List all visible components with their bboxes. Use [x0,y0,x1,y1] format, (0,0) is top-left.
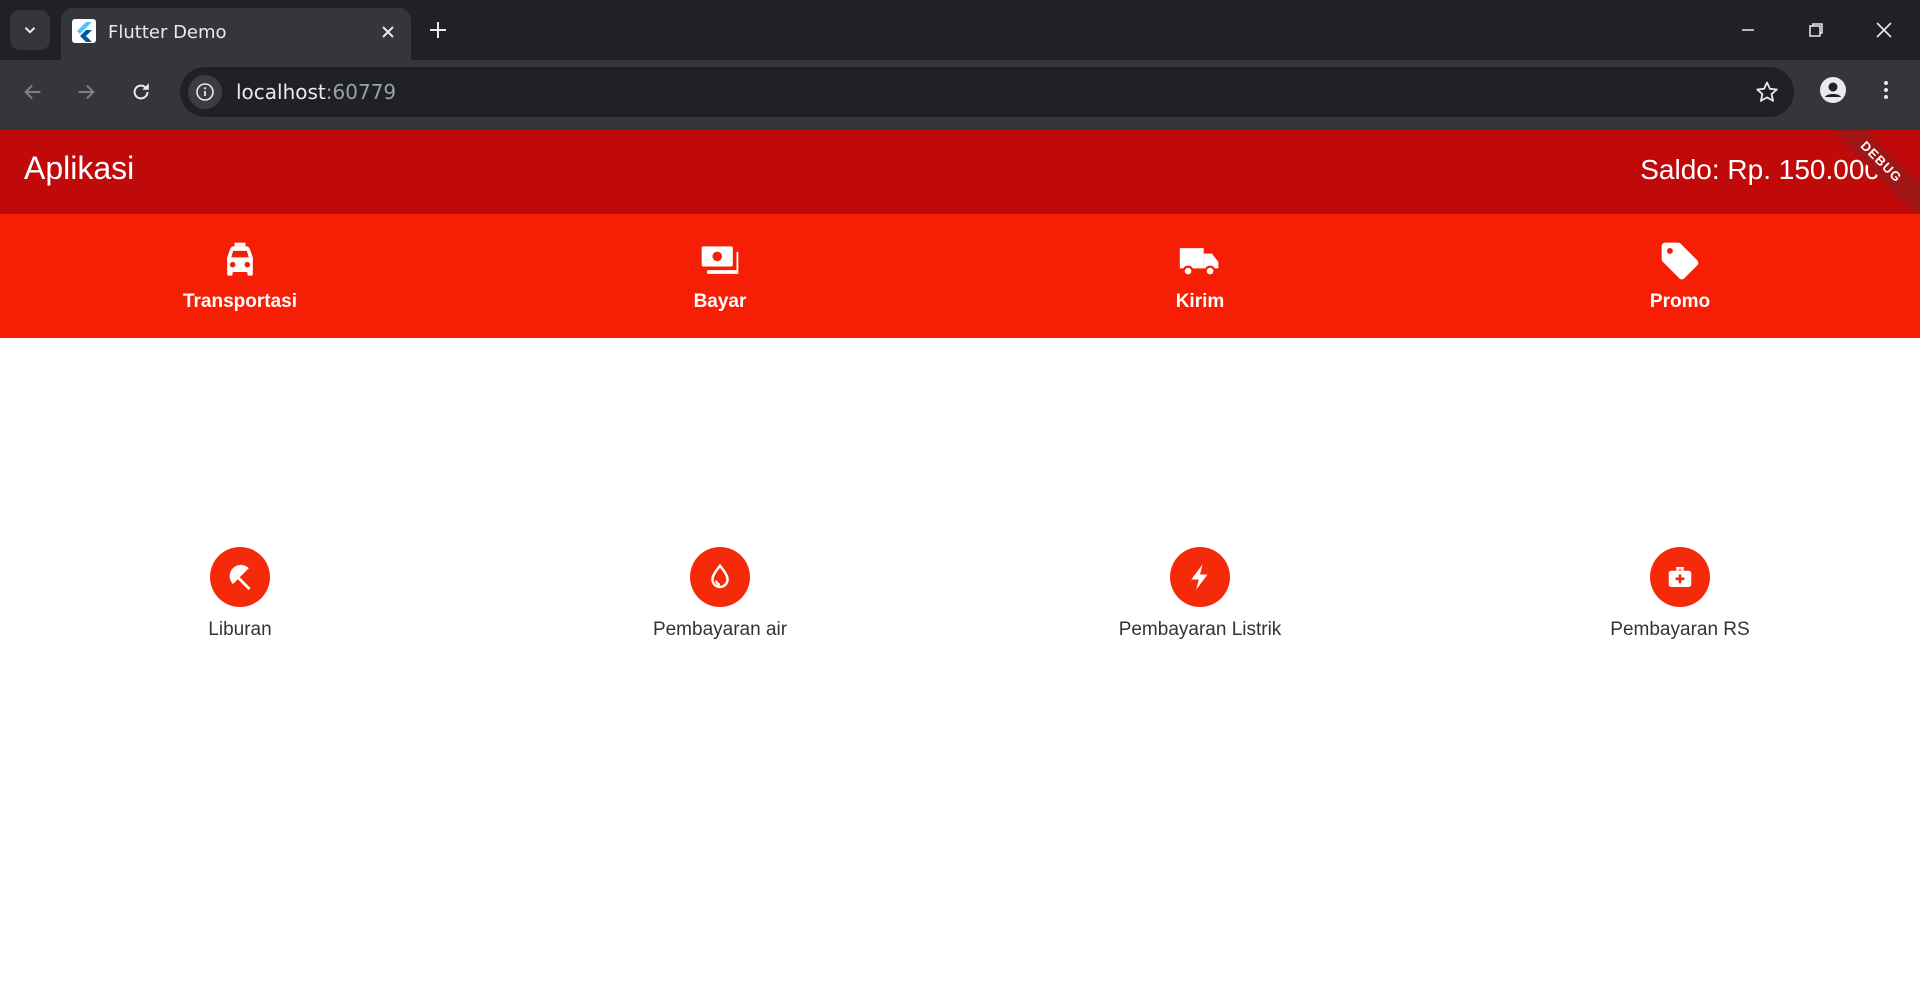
tab-close-button[interactable] [375,19,401,45]
restore-button[interactable] [1782,0,1850,60]
reload-icon [133,83,149,100]
address-bar[interactable]: localhost:60779 [180,67,1794,117]
reload-button[interactable] [121,72,161,112]
tab-label: Bayar [693,291,747,312]
new-tab-button[interactable] [420,12,456,48]
menu-label: Pembayaran RS [1610,619,1750,640]
url-text[interactable]: localhost:60779 [236,80,396,104]
account-icon [1820,77,1846,103]
browser-menu-button[interactable] [1868,72,1904,108]
star-icon [1756,81,1778,102]
menu-item-pembayaran-listrik[interactable]: Pembayaran Listrik [960,338,1440,1008]
forward-button[interactable] [66,72,106,112]
bookmark-button[interactable] [1752,77,1782,107]
tag-icon [1661,242,1699,280]
plus-icon [430,22,446,38]
menu-icon-circle[interactable] [210,547,270,607]
close-icon [1876,22,1892,38]
payments-icon [701,246,739,274]
restore-icon [1809,23,1823,37]
menu-label: Pembayaran Listrik [1118,619,1282,640]
menu-item-pembayaran-air[interactable]: Pembayaran air [480,338,960,1008]
medical-kit-icon [1668,567,1692,587]
url-host: localhost [236,80,326,104]
menu-item-liburan[interactable]: Liburan [0,338,480,1008]
browser-tabstrip: Flutter Demo [0,0,1920,60]
taxi-icon [227,242,253,276]
tab-kirim[interactable]: Kirim [960,214,1440,338]
tab-bar: Transportasi Bayar Kirim Promo [0,214,1920,338]
minimize-icon [1742,29,1754,31]
arrow-right-icon [78,84,95,100]
tab-label: Kirim [1175,291,1225,312]
menu-icon-circle[interactable] [1650,547,1710,607]
tab-search-button[interactable] [10,10,50,50]
tab-label: Promo [1649,291,1711,312]
balance-text: Saldo: Rp. 150.000 [1640,154,1880,185]
tab-transportasi[interactable]: Transportasi [0,214,480,338]
menu-label: Liburan [208,619,272,640]
flutter-logo-icon [72,19,96,43]
tab-label: Transportasi [182,291,298,312]
profile-button[interactable] [1815,72,1851,108]
browser-toolbar: localhost:60779 [0,60,1920,130]
menu-icon-circle[interactable] [1170,547,1230,607]
back-button[interactable] [13,72,53,112]
arrow-left-icon [24,84,41,100]
menu-label: Pembayaran air [652,619,788,640]
menu-icon-circle[interactable] [690,547,750,607]
tab-promo[interactable]: Promo [1440,214,1920,338]
close-icon [382,26,394,38]
beach-umbrella-icon [229,564,251,590]
lightning-icon [1191,564,1208,590]
app-bar: Aplikasi Saldo: Rp. 150.000 DEBUG [0,130,1920,214]
more-vertical-icon [1884,81,1888,99]
truck-icon [1179,248,1219,277]
tab-bayar[interactable]: Bayar [480,214,960,338]
tab-title: Flutter Demo [108,22,227,43]
site-info-button[interactable] [188,75,222,109]
minimize-button[interactable] [1714,0,1782,60]
browser-tab[interactable]: Flutter Demo [61,8,411,60]
menu-item-pembayaran-rs[interactable]: Pembayaran RS [1440,338,1920,1008]
water-drop-icon [711,563,729,589]
info-icon [196,83,214,101]
close-window-button[interactable] [1850,0,1918,60]
page-title: Aplikasi [24,150,135,186]
menu-grid: Liburan Pembayaran air Pembayaran Listri… [0,338,1920,1008]
url-port: :60779 [325,80,397,104]
chevron-down-icon [24,27,36,34]
